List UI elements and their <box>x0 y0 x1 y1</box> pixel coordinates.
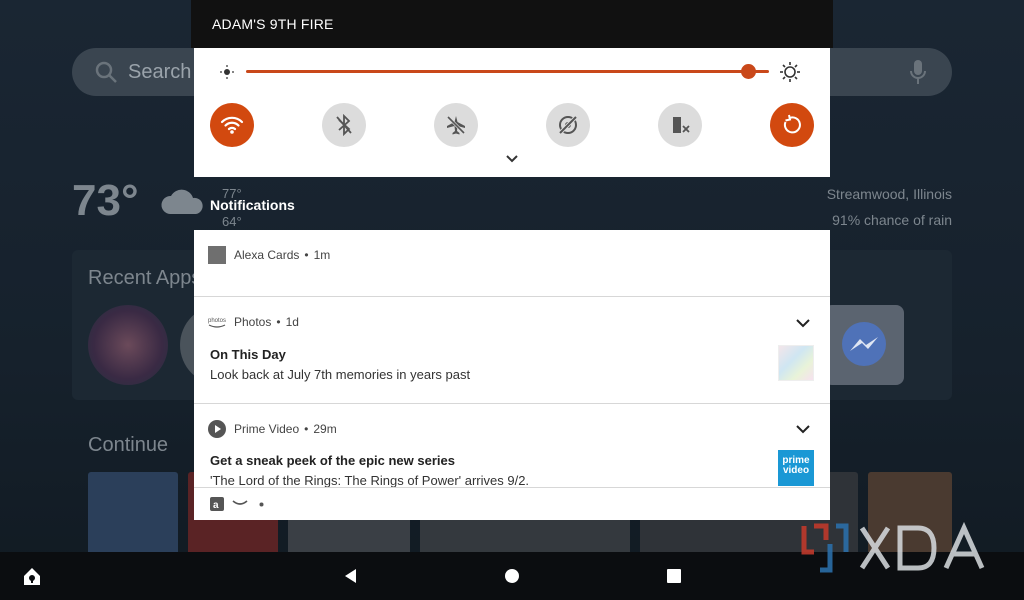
notification-time: 1d <box>285 315 299 329</box>
notification-app-name: Prime Video <box>234 422 300 436</box>
recent-apps-title: Recent Apps <box>88 267 202 289</box>
continue-title: Continue <box>88 434 169 456</box>
xda-watermark-logo <box>801 522 985 573</box>
weather-location: Streamwood, Illinois 91% chance of rain <box>827 181 952 233</box>
notification-header: Alexa Cards • 1m <box>208 246 330 264</box>
quick-settings-panel <box>194 48 830 177</box>
collapsed-notifications-strip[interactable]: a <box>194 487 830 520</box>
notification-title: On This Day <box>210 347 286 362</box>
home-icon[interactable] <box>502 566 522 586</box>
alexa-cards-app-icon <box>208 246 226 264</box>
airplane-mode-toggle[interactable] <box>434 103 478 147</box>
sound-off-icon <box>673 117 690 133</box>
notifications-label: Notifications <box>210 197 295 213</box>
notification-header: photos Photos • 1d <box>208 313 299 331</box>
prime-thumb-line2: video <box>782 465 810 476</box>
quick-settings-tiles <box>210 103 814 147</box>
play-app-icon <box>208 420 226 438</box>
location-off-icon <box>558 115 578 135</box>
notification-text: 'The Lord of the Rings: The Rings of Pow… <box>210 473 530 487</box>
expand-quick-settings-chevron-icon[interactable] <box>505 154 519 164</box>
alexa-home-icon[interactable] <box>22 566 42 586</box>
notification-app-name: Photos <box>234 315 272 329</box>
do-not-disturb-toggle[interactable] <box>658 103 702 147</box>
expand-notification-chevron-icon[interactable] <box>795 318 811 328</box>
cloud-icon <box>161 189 203 214</box>
messenger-icon <box>842 322 886 366</box>
more-notifications-dot-icon <box>259 502 264 507</box>
brightness-slider-thumb[interactable] <box>740 64 756 79</box>
device-name: ADAM'S 9TH FIRE <box>212 16 334 32</box>
separator-dot: • <box>304 248 309 262</box>
bluetooth-toggle[interactable] <box>322 103 366 147</box>
svg-text:a: a <box>213 500 219 511</box>
brightness-slider[interactable] <box>246 70 769 73</box>
messenger-app-tile <box>824 305 904 385</box>
auto-rotate-toggle[interactable] <box>770 103 814 147</box>
amazon-photos-app-icon: photos <box>208 318 226 328</box>
notification-text: Look back at July 7th memories in years … <box>210 367 471 382</box>
weather-location-name: Streamwood, Illinois <box>826 186 952 202</box>
home-search-placeholder: Search <box>128 61 192 83</box>
status-bar: ADAM'S 9TH FIRE <box>191 0 833 48</box>
weather-temperature: 73° <box>72 176 139 225</box>
airplane-off-icon <box>446 115 466 135</box>
notification-time: 29m <box>313 422 337 436</box>
photo-thumbnail <box>778 345 814 381</box>
separator-dot: • <box>276 315 281 329</box>
notification-title: Get a sneak peek of the epic new series <box>210 453 455 468</box>
expand-notification-chevron-icon[interactable] <box>795 424 811 434</box>
wifi-icon <box>220 116 244 134</box>
notification-prime-video[interactable]: Prime Video • 29m Get a sneak peek of th… <box>194 403 830 487</box>
notification-photos[interactable]: photos Photos • 1d On This Day Look back… <box>194 296 830 403</box>
bluetooth-off-icon <box>336 114 352 136</box>
notification-time: 1m <box>313 248 331 262</box>
brightness-low-icon <box>220 65 234 79</box>
rotate-icon <box>783 114 801 134</box>
amazon-app-icon: a <box>210 497 224 511</box>
prime-smile-icon <box>232 500 248 505</box>
notification-alexa-cards[interactable]: Alexa Cards • 1m <box>194 230 830 296</box>
notification-app-name: Alexa Cards <box>234 248 300 262</box>
notification-header: Prime Video • 29m <box>208 420 337 438</box>
search-icon <box>95 61 117 83</box>
back-icon[interactable] <box>341 566 361 586</box>
recent-app-tile <box>88 305 168 385</box>
weather-rain-chance: 91% chance of rain <box>832 212 952 228</box>
location-toggle[interactable] <box>546 103 590 147</box>
separator-dot: • <box>304 422 309 436</box>
recents-icon[interactable] <box>664 566 684 586</box>
svg-text:photos: photos <box>208 318 226 324</box>
wifi-toggle[interactable] <box>210 103 254 147</box>
prime-video-thumbnail: prime video <box>778 450 814 486</box>
brightness-high-icon <box>780 62 800 82</box>
microphone-icon <box>910 60 926 84</box>
